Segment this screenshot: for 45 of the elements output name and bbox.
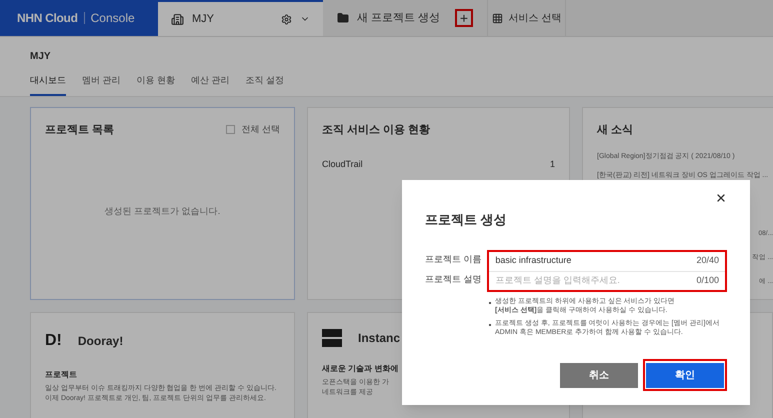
char-counter: 0/100 [696,274,719,287]
field-label: 프로젝트 이름 [425,252,483,266]
input-field[interactable]: basic infrastructure 20/40 [489,252,725,270]
confirm-button[interactable]: 확인 [646,362,724,388]
input-placeholder: 프로젝트 설명을 입력해주세요. [495,274,621,287]
service-count: 1 [550,158,555,171]
input-value: basic infrastructure [495,254,572,268]
cancel-button[interactable]: 취소 [560,362,638,388]
nav-tab[interactable]: 예산 관리 [191,74,230,96]
server-icon [322,328,342,346]
grid-icon [492,12,503,24]
org-tab-label: MJY [192,12,215,27]
logo-suffix: Console [90,10,135,27]
service-title: Dooray! [78,332,124,350]
settings-icon[interactable] [281,14,292,24]
service-name: CloudTrail [322,158,363,171]
card-title: 새 소식 [597,122,634,138]
service-tab[interactable]: 서비스 선택 [488,0,566,36]
logo-text: NHN Cloud [17,10,78,27]
service-subtitle: 프로젝트 [45,368,78,380]
checkbox-label: 전체 선택 [241,123,280,136]
nav-tab[interactable]: 조직 설정 [246,74,284,96]
field-label: 프로젝트 설명 [425,272,483,286]
logo-mark: D! [45,330,62,350]
org-title: MJY [30,50,52,64]
nav-tab[interactable]: 멤버 관리 [82,74,121,96]
project-tab-label: 새 프로젝트 생성 [357,10,442,26]
card-title: 조직 서비스 이용 현황 [322,122,432,138]
project-tab[interactable]: 새 프로젝트 생성 + [323,0,488,36]
nav-tab[interactable]: 이용 현황 [136,74,176,96]
card-title: 프로젝트 목록 [45,122,114,138]
input-field[interactable]: 프로젝트 설명을 입력해주세요. 0/100 [489,270,725,290]
char-counter: 20/40 [696,254,719,268]
close-icon[interactable] [715,192,727,204]
nav-tab[interactable]: 대시보드 [30,74,66,96]
service-title: Instanc [358,330,400,346]
org-tab[interactable]: MJY [158,0,323,36]
checkbox[interactable] [226,125,236,134]
service-tab-label: 서비스 선택 [508,12,562,26]
service-subtitle: 새로운 기술과 변화에 [322,362,400,374]
empty-message: 생성된 프로젝트가 없습니다. [104,204,220,218]
building-icon [171,12,184,26]
folder-icon [337,12,349,24]
dialog-title: 프로젝트 생성 [425,211,508,229]
add-button[interactable]: + [455,9,473,27]
